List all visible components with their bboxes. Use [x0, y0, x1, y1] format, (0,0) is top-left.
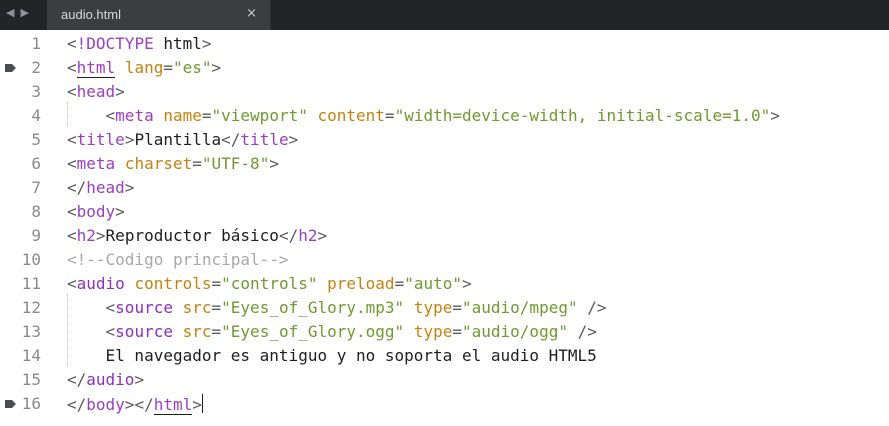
code-text[interactable]: <source src="Eyes_of_Glory.ogg" type="au…	[67, 322, 597, 341]
code-text[interactable]: El navegador es antiguo y no soporta el …	[67, 346, 597, 365]
line-number: 10	[21, 250, 41, 269]
line-number: 15	[21, 370, 41, 389]
code-line: 10 <!--Codigo principal-->	[0, 248, 889, 272]
code-text[interactable]: <meta name="viewport" content="width=dev…	[67, 106, 780, 125]
tab-audio-html[interactable]: audio.html ×	[47, 0, 271, 30]
tab-title: audio.html	[61, 7, 121, 22]
code-text[interactable]: </head>	[67, 178, 134, 197]
code-line: 11 <audio controls="controls" preload="a…	[0, 272, 889, 296]
tab-nav: ◀ ▶	[6, 6, 29, 19]
code-line: 12 <source src="Eyes_of_Glory.mp3" type=…	[0, 296, 889, 320]
line-number: 16	[21, 394, 41, 413]
code-text[interactable]: <!DOCTYPE html>	[67, 34, 212, 53]
code-text[interactable]: <audio controls="controls" preload="auto…	[67, 274, 472, 293]
chevron-right-icon[interactable]: ▶	[20, 6, 28, 19]
code-text[interactable]: </audio>	[67, 370, 144, 389]
line-number: 6	[31, 154, 41, 173]
line-number: 2	[31, 58, 41, 77]
chevron-left-icon[interactable]: ◀	[6, 6, 14, 19]
code-editor[interactable]: 1 <!DOCTYPE html> 2 <html lang="es"> 3 <…	[0, 30, 889, 426]
code-text[interactable]: <!--Codigo principal-->	[67, 250, 289, 269]
code-line: 8 <body>	[0, 200, 889, 224]
code-line: 3 <head>	[0, 80, 889, 104]
code-line: 6 <meta charset="UTF-8">	[0, 152, 889, 176]
code-line: 13 <source src="Eyes_of_Glory.ogg" type=…	[0, 320, 889, 344]
line-number: 14	[21, 346, 41, 365]
code-line: 15 </audio>	[0, 368, 889, 392]
tab-bar: ◀ ▶ audio.html ×	[0, 0, 889, 30]
text-cursor	[201, 394, 203, 413]
code-line: 5 <title>Plantilla</title>	[0, 128, 889, 152]
close-icon[interactable]: ×	[246, 6, 257, 21]
code-text[interactable]: <head>	[67, 82, 125, 101]
code-line: 16 </body></html>	[0, 392, 889, 416]
code-text[interactable]: <h2>Reproductor básico</h2>	[67, 226, 327, 245]
code-line: 1 <!DOCTYPE html>	[0, 32, 889, 56]
code-line: 14 El navegador es antiguo y no soporta …	[0, 344, 889, 368]
line-number: 5	[31, 130, 41, 149]
line-number: 7	[31, 178, 41, 197]
line-number: 1	[31, 34, 41, 53]
code-text[interactable]: <meta charset="UTF-8">	[67, 154, 279, 173]
line-number: 8	[31, 202, 41, 221]
code-text[interactable]: <title>Plantilla</title>	[67, 130, 298, 149]
code-line: 2 <html lang="es">	[0, 56, 889, 80]
line-number: 13	[21, 322, 41, 341]
code-line: 9 <h2>Reproductor básico</h2>	[0, 224, 889, 248]
code-text[interactable]: <html lang="es">	[67, 58, 221, 78]
code-text[interactable]: <body>	[67, 202, 125, 221]
line-number: 11	[21, 274, 41, 293]
code-line: 4 <meta name="viewport" content="width=d…	[0, 104, 889, 128]
code-text[interactable]: <source src="Eyes_of_Glory.mp3" type="au…	[67, 298, 607, 317]
code-text[interactable]: </body></html>	[67, 394, 203, 415]
line-number: 3	[31, 82, 41, 101]
line-number: 4	[31, 106, 41, 125]
line-number: 9	[31, 226, 41, 245]
code-line: 7 </head>	[0, 176, 889, 200]
line-number: 12	[21, 298, 41, 317]
